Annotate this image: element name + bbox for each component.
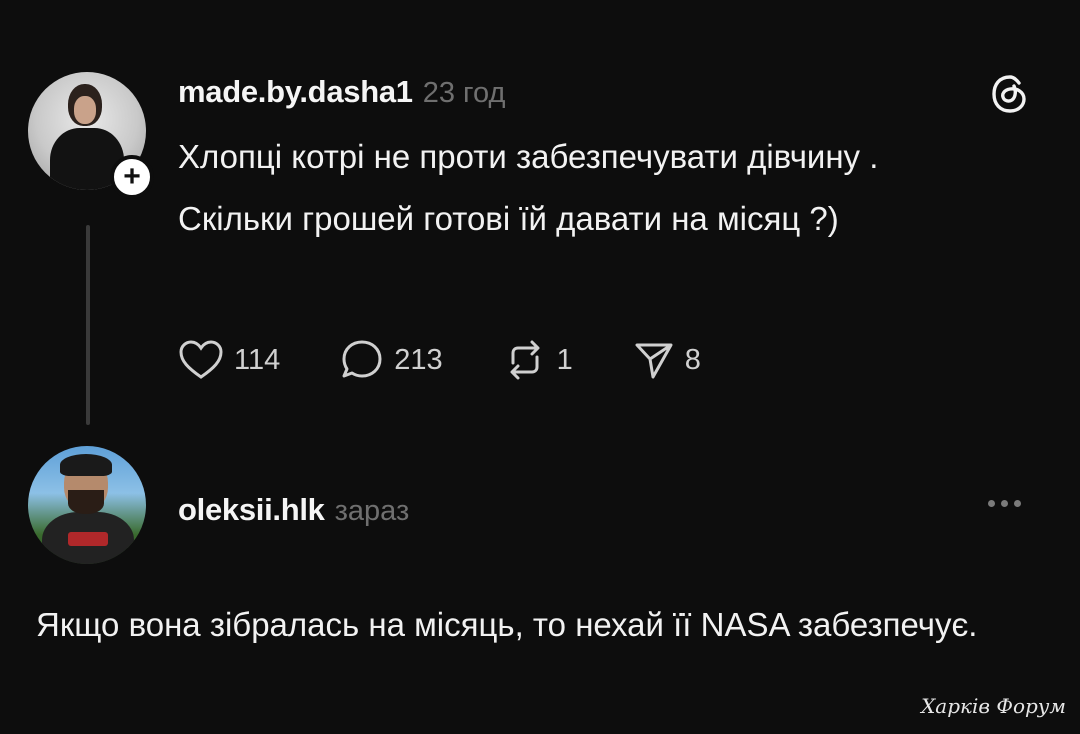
watermark: Харків Форум xyxy=(921,694,1066,718)
avatar-cap xyxy=(60,454,112,476)
post-header: made.by.dasha1 23 год xyxy=(178,74,505,110)
reply-text: Якщо вона зібралась на місяць, то нехай … xyxy=(36,606,978,643)
post-timestamp: 23 год xyxy=(422,77,506,109)
reply-timestamp: зараз xyxy=(334,495,410,527)
more-dot xyxy=(1001,500,1008,507)
more-horizontal-icon[interactable] xyxy=(988,500,1021,507)
avatar-face xyxy=(74,96,96,124)
send-icon xyxy=(635,343,673,379)
follow-plus-icon[interactable]: + xyxy=(110,155,154,199)
comment-count: 213 xyxy=(394,343,443,376)
comment-button[interactable]: 213 xyxy=(340,338,443,382)
more-dot xyxy=(988,500,995,507)
more-dot xyxy=(1014,500,1021,507)
post-text-line2: Скільки грошей готові їй давати на місяц… xyxy=(178,200,839,237)
avatar-beard xyxy=(68,490,104,514)
heart-icon xyxy=(179,340,223,379)
post-text-line1: Хлопці котрі не проти забезпечувати дівч… xyxy=(178,138,879,175)
threads-logo-icon[interactable] xyxy=(990,74,1030,114)
repost-count: 1 xyxy=(556,343,573,376)
repost-icon xyxy=(510,340,540,380)
post-text: Хлопці котрі не проти забезпечувати дівч… xyxy=(178,134,1058,242)
repost-button[interactable]: 1 xyxy=(503,339,573,381)
post-actions: 114 213 1 8 xyxy=(178,338,761,382)
share-count: 8 xyxy=(684,343,701,376)
reply-header: oleksii.hlk зараз xyxy=(178,492,409,528)
reply-username[interactable]: oleksii.hlk xyxy=(178,492,325,528)
like-button[interactable]: 114 xyxy=(178,339,280,381)
post-username[interactable]: made.by.dasha1 xyxy=(178,74,413,110)
share-button[interactable]: 8 xyxy=(633,339,701,381)
avatar-shirt-print xyxy=(68,532,108,546)
thread-connector-line xyxy=(86,225,90,425)
avatar-oleksii-hlk[interactable] xyxy=(28,446,146,564)
screenshot-frame: + made.by.dasha1 23 год Хлопці котрі не … xyxy=(0,0,1080,734)
like-count: 114 xyxy=(234,343,281,376)
threads-logo-svg xyxy=(992,75,1026,113)
comment-bubble-icon xyxy=(342,340,382,378)
